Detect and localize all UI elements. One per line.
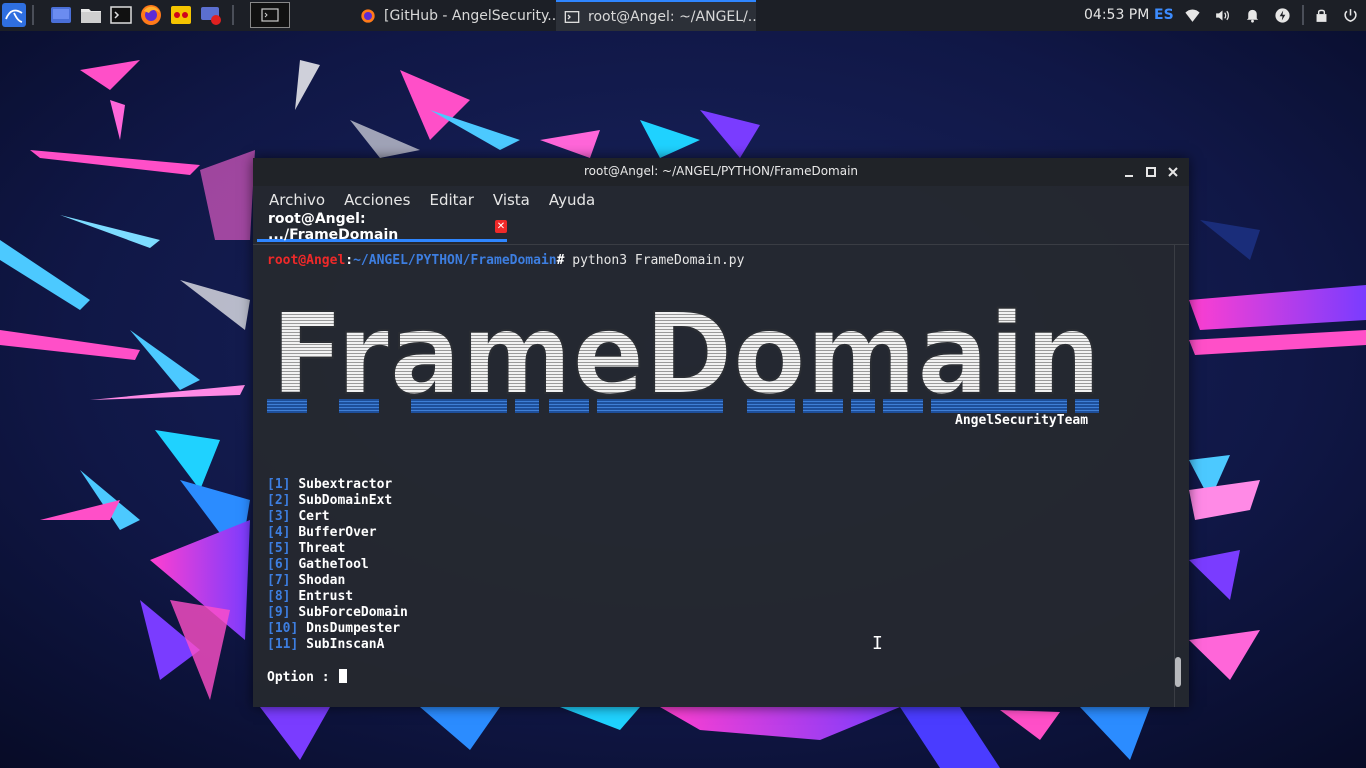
- panel-separator: [232, 5, 234, 25]
- scrollbar-divider: [1174, 245, 1175, 707]
- taskbar-item-label: [GitHub - AngelSecurity...: [384, 7, 556, 24]
- menu-vista[interactable]: Vista: [493, 191, 530, 209]
- text-cursor: [339, 669, 348, 683]
- power-icon[interactable]: [1342, 7, 1359, 24]
- terminal-icon[interactable]: [109, 3, 133, 27]
- close-tab-icon[interactable]: ✕: [494, 220, 507, 233]
- notifications-icon[interactable]: [1244, 7, 1261, 24]
- power-manager-icon[interactable]: [1274, 7, 1291, 24]
- clock[interactable]: 04:53 PM: [1084, 7, 1149, 23]
- menu-option: [10] DnsDumpester: [267, 621, 401, 636]
- show-desktop-icon[interactable]: [49, 3, 73, 27]
- menu-ayuda[interactable]: Ayuda: [549, 191, 595, 209]
- team-label: AngelSecurityTeam: [955, 413, 1089, 428]
- tab-bar: root@Angel: .../FrameDomain ✕: [253, 210, 1189, 245]
- file-manager-icon[interactable]: [79, 3, 103, 27]
- banner-text: FrameDomain: [271, 290, 1101, 415]
- mouse-ibeam-cursor: I: [872, 633, 883, 654]
- menu-archivo[interactable]: Archivo: [269, 191, 325, 209]
- taskbar-item-label: root@Angel: ~/ANGEL/...: [588, 8, 756, 25]
- menu-option: [9] SubForceDomain: [267, 605, 408, 620]
- command-text: python3 FrameDomain.py: [564, 253, 745, 268]
- scrollbar-thumb[interactable]: [1175, 657, 1181, 687]
- ascii-banner: FrameDomain: [267, 289, 1102, 415]
- window-titlebar[interactable]: root@Angel: ~/ANGEL/PYTHON/FrameDomain: [253, 158, 1189, 186]
- top-panel: [GitHub - AngelSecurity... root@Angel: ~…: [0, 0, 1366, 31]
- terminal-tab[interactable]: root@Angel: .../FrameDomain ✕: [257, 210, 507, 243]
- keyboard-layout[interactable]: ES: [1154, 7, 1174, 23]
- close-icon[interactable]: [1165, 164, 1181, 180]
- menu-option: [5] Threat: [267, 541, 346, 556]
- menu-option: [4] BufferOver: [267, 525, 377, 540]
- menu-option: [3] Cert: [267, 509, 330, 524]
- menu-option: [2] SubDomainExt: [267, 493, 393, 508]
- window-title: root@Angel: ~/ANGEL/PYTHON/FrameDomain: [583, 164, 859, 178]
- maximize-icon[interactable]: [1143, 164, 1159, 180]
- option-prompt-label: Option :: [267, 670, 338, 685]
- options-menu: [1] Subextractor [2] SubDomainExt [3] Ce…: [267, 477, 408, 653]
- panel-separator: [1302, 5, 1304, 25]
- panel-separator: [32, 5, 34, 25]
- prompt-path: ~/ANGEL/PYTHON/FrameDomain: [353, 253, 557, 268]
- kali-menu-icon[interactable]: [2, 3, 26, 27]
- terminal-output[interactable]: root@Angel:~/ANGEL/PYTHON/FrameDomain# p…: [253, 245, 1173, 707]
- workspace-switcher[interactable]: [250, 2, 290, 28]
- lock-icon[interactable]: [1313, 7, 1330, 24]
- terminal-window[interactable]: root@Angel: ~/ANGEL/PYTHON/FrameDomain A…: [253, 158, 1189, 707]
- firefox-icon[interactable]: [139, 3, 163, 27]
- minimize-icon[interactable]: [1121, 164, 1137, 180]
- app-icon[interactable]: [169, 3, 193, 27]
- menu-option: [7] Shodan: [267, 573, 346, 588]
- prompt-user: root@Angel: [267, 253, 346, 268]
- volume-icon[interactable]: [1214, 7, 1231, 24]
- prompt-colon: :: [345, 253, 354, 268]
- taskbar-item-firefox[interactable]: [GitHub - AngelSecurity...: [352, 0, 556, 31]
- option-prompt[interactable]: Option :: [267, 669, 348, 685]
- menu-option: [8] Entrust: [267, 589, 354, 604]
- menu-editar[interactable]: Editar: [429, 191, 473, 209]
- terminal-icon: [564, 9, 580, 25]
- tab-label: root@Angel: .../FrameDomain: [268, 210, 399, 243]
- menu-option: [1] Subextractor: [267, 477, 393, 492]
- firefox-icon: [360, 8, 376, 24]
- taskbar-item-terminal[interactable]: root@Angel: ~/ANGEL/...: [556, 0, 756, 31]
- network-icon[interactable]: [1184, 7, 1201, 24]
- menu-option: [11] SubInscanA: [267, 637, 385, 652]
- menu-option: [6] GatheTool: [267, 557, 369, 572]
- screen-recorder-icon[interactable]: [199, 3, 223, 27]
- menu-acciones[interactable]: Acciones: [344, 191, 410, 209]
- command-line: root@Angel:~/ANGEL/PYTHON/FrameDomain# p…: [267, 253, 744, 269]
